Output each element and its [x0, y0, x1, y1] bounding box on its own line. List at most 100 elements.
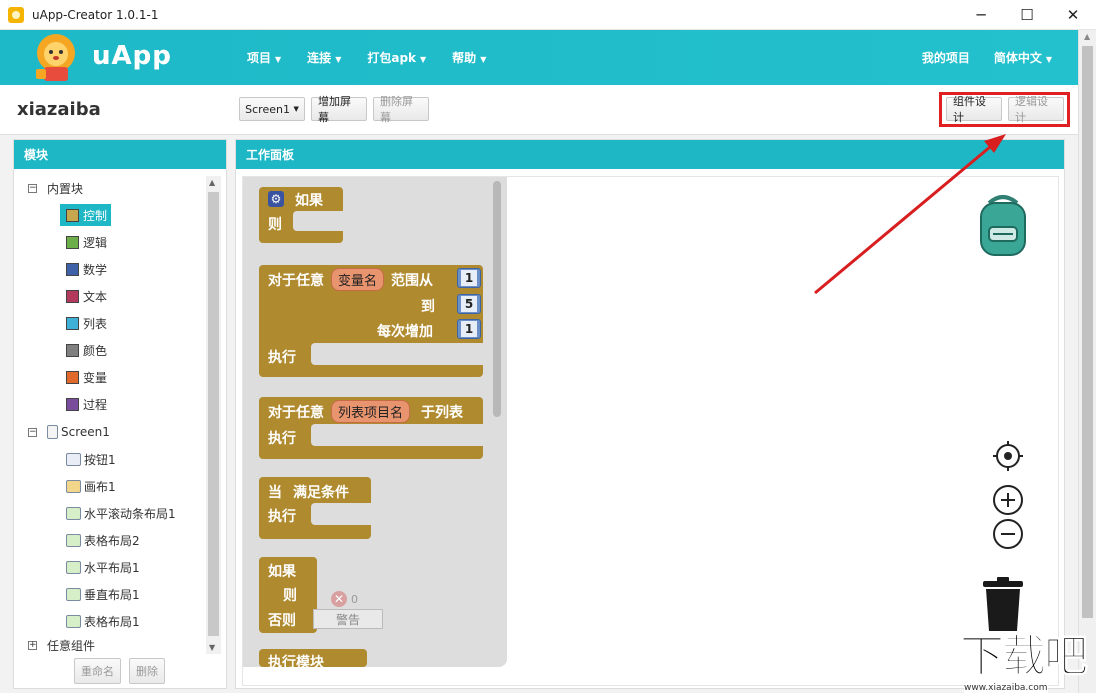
- tree-item-button1[interactable]: 按钮1: [66, 448, 116, 470]
- scroll-up-icon[interactable]: ▲: [209, 178, 215, 187]
- block-while[interactable]: 当 满足条件 执行: [259, 477, 375, 539]
- tree-item-math[interactable]: 数学: [66, 258, 107, 280]
- collapse-icon[interactable]: −: [28, 183, 37, 193]
- app-logo-text: uApp: [92, 41, 172, 71]
- block-label: 执行: [268, 431, 296, 447]
- tree-node-screen1[interactable]: − Screen1: [28, 421, 110, 443]
- tree-item-canvas1[interactable]: 画布1: [66, 475, 116, 497]
- layout-icon: [66, 560, 81, 574]
- remove-screen-button[interactable]: 删除屏幕: [373, 95, 429, 124]
- gear-icon[interactable]: ⚙: [268, 191, 284, 207]
- block-label: 执行: [268, 350, 296, 366]
- tree-node-any-component[interactable]: + 任意组件: [28, 634, 95, 656]
- block-label: 则: [283, 588, 297, 604]
- tree-scrollbar[interactable]: ▲ ▼: [206, 176, 221, 654]
- color-swatch: [66, 262, 79, 276]
- backpack-icon[interactable]: [967, 189, 1039, 261]
- layout-icon: [66, 587, 81, 601]
- color-swatch: [66, 208, 79, 222]
- block-then-label: 则: [268, 217, 282, 233]
- flyout-scrollbar[interactable]: [493, 181, 501, 417]
- blocks-tree: − 内置块 控制 逻辑 数学 文本 列表 颜色 变量 过程 − Screen1 …: [14, 170, 206, 653]
- tree-item-control[interactable]: 控制: [60, 204, 112, 226]
- tree-item-color[interactable]: 颜色: [66, 339, 107, 361]
- window-titlebar: uApp-Creator 1.0.1-1 ─ ☐ ✕: [0, 0, 1096, 30]
- table-layout-icon: [66, 533, 81, 547]
- tree-item-text[interactable]: 文本: [66, 285, 107, 307]
- tree-item-hlayout1[interactable]: 水平布局1: [66, 556, 140, 578]
- scrollbar-thumb[interactable]: [208, 192, 219, 636]
- tree-item-logic[interactable]: 逻辑: [66, 231, 107, 253]
- app-header: uApp 项目 ▼ 连接 ▼ 打包apk ▼ 帮助 ▼ 我的项目 简体中文 ▼: [0, 30, 1078, 85]
- minimize-button[interactable]: ─: [958, 0, 1004, 30]
- block-label: 当: [268, 485, 282, 501]
- main-menu: 项目 ▼ 连接 ▼ 打包apk ▼ 帮助 ▼: [247, 30, 512, 85]
- block-label: 对于任意: [268, 273, 324, 289]
- number-input[interactable]: 1: [457, 268, 481, 288]
- color-swatch: [66, 316, 79, 330]
- scroll-up-icon[interactable]: ▲: [1084, 32, 1090, 41]
- lion-logo-icon[interactable]: [30, 33, 86, 83]
- scroll-down-icon[interactable]: ▼: [209, 643, 215, 652]
- number-input[interactable]: 5: [457, 294, 481, 314]
- canvas-icon: [66, 479, 81, 493]
- rename-button[interactable]: 重命名: [74, 658, 121, 684]
- block-for-list[interactable]: 对于任意 列表项目名 于列表 执行: [259, 397, 487, 459]
- warning-error-icon[interactable]: ✕: [331, 591, 347, 607]
- block-if-else[interactable]: 如果 则 否则: [259, 557, 317, 633]
- blocks-panel-title: 模块: [14, 140, 226, 169]
- tree-node-builtin[interactable]: − 内置块: [28, 177, 83, 199]
- menu-project[interactable]: 项目 ▼: [247, 49, 281, 66]
- my-projects-link[interactable]: 我的项目: [922, 49, 970, 66]
- maximize-button[interactable]: ☐: [1004, 0, 1050, 30]
- trash-icon[interactable]: [981, 577, 1025, 633]
- block-label: 执行: [268, 509, 296, 525]
- expand-icon[interactable]: +: [28, 640, 37, 650]
- workspace-panel-title: 工作面板: [236, 140, 1064, 169]
- block-partial[interactable]: 执行模块: [259, 649, 367, 667]
- color-swatch: [66, 370, 79, 384]
- scrollbar-thumb[interactable]: [1082, 46, 1093, 618]
- block-label: 到: [421, 299, 435, 315]
- tree-item-variable[interactable]: 变量: [66, 366, 107, 388]
- blocks-panel: 模块 − 内置块 控制 逻辑 数学 文本 列表 颜色 变量 过程 − Scree…: [13, 139, 227, 689]
- delete-button[interactable]: 删除: [129, 658, 165, 684]
- tree-item-list[interactable]: 列表: [66, 312, 107, 334]
- language-menu[interactable]: 简体中文 ▼: [994, 49, 1052, 66]
- screen-select[interactable]: Screen1 ▼: [239, 97, 305, 121]
- variable-pill[interactable]: 变量名: [331, 268, 385, 291]
- project-toolbar: xiazaiba Screen1 ▼ 增加屏幕 删除屏幕 组件设计 逻辑设计: [0, 85, 1078, 135]
- highlight-annotation: [939, 92, 1070, 127]
- block-for-range[interactable]: 对于任意 变量名 范围从 1 到 5 每次增加 1 执行: [259, 265, 487, 377]
- close-button[interactable]: ✕: [1050, 0, 1096, 30]
- blocks-workspace[interactable]: ⚙ 如果 则 对于任意 变量名 范围从 1 到 5 每次增加 1 执行 对于任意: [242, 176, 1059, 686]
- menu-build-apk[interactable]: 打包apk ▼: [367, 49, 426, 66]
- button-icon: [66, 452, 81, 466]
- block-label: 否则: [268, 613, 296, 629]
- zoom-in-icon[interactable]: [992, 484, 1024, 516]
- add-screen-button[interactable]: 增加屏幕: [311, 95, 367, 124]
- block-label: 执行模块: [268, 655, 324, 667]
- page-scrollbar[interactable]: ▲: [1078, 30, 1096, 693]
- variable-pill[interactable]: 列表项目名: [331, 400, 411, 423]
- menu-connect[interactable]: 连接 ▼: [307, 49, 341, 66]
- project-name: xiazaiba: [17, 99, 101, 120]
- zoom-out-icon[interactable]: [992, 518, 1024, 550]
- tree-item-table1[interactable]: 表格布局1: [66, 610, 140, 632]
- tree-item-procedure[interactable]: 过程: [66, 393, 107, 415]
- table-layout-icon: [66, 614, 81, 628]
- watermark-url: www.xiazaiba.com: [964, 683, 1048, 693]
- tree-item-hscroll1[interactable]: 水平滚动条布局1: [66, 502, 176, 524]
- tree-item-vlayout1[interactable]: 垂直布局1: [66, 583, 140, 605]
- block-if[interactable]: ⚙ 如果 则: [259, 187, 345, 243]
- number-input[interactable]: 1: [457, 319, 481, 339]
- warning-toggle[interactable]: 警告: [313, 609, 383, 629]
- layout-icon: [66, 506, 81, 520]
- tree-item-table2[interactable]: 表格布局2: [66, 529, 140, 551]
- collapse-icon[interactable]: −: [28, 427, 37, 437]
- color-swatch: [66, 289, 79, 303]
- menu-help[interactable]: 帮助 ▼: [452, 49, 486, 66]
- warning-count: 0: [351, 593, 358, 606]
- block-label: 如果: [268, 564, 296, 580]
- center-target-icon[interactable]: [992, 440, 1024, 472]
